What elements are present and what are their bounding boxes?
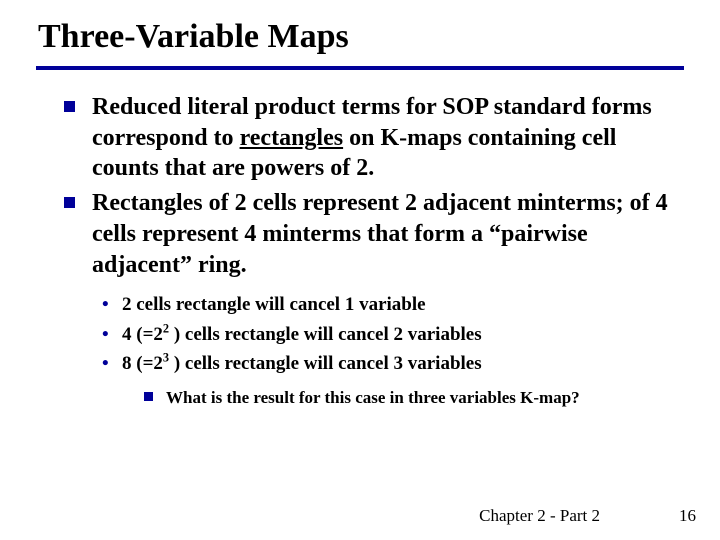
- sub-bullet-post: ) cells rectangle will cancel 3 variable…: [169, 353, 482, 374]
- sub-bullet-pre: 4 (=2: [122, 324, 163, 345]
- sub-bullet-text: 2 cells rectangle will cancel 1 variable: [122, 294, 426, 315]
- bullet-text-underlined: rectangles: [240, 125, 344, 151]
- bullet-text: Rectangles of 2 cells represent 2 adjace…: [92, 190, 668, 277]
- sub-bullet: 8 (=23 ) cells rectangle will cancel 3 v…: [102, 349, 684, 378]
- title-rule: [36, 66, 684, 70]
- sub-bullet: 4 (=22 ) cells rectangle will cancel 2 v…: [102, 320, 684, 349]
- footer-chapter: Chapter 2 - Part 2: [479, 506, 600, 526]
- sub2-bullet-text: What is the result for this case in thre…: [166, 388, 580, 407]
- sub-bullet-list: 2 cells rectangle will cancel 1 variable…: [36, 290, 684, 378]
- main-bullet: Reduced literal product terms for SOP st…: [64, 92, 684, 184]
- sub2-bullet: What is the result for this case in thre…: [144, 387, 684, 410]
- main-bullet-list: Reduced literal product terms for SOP st…: [36, 92, 684, 280]
- slide-body: Three-Variable Maps Reduced literal prod…: [0, 0, 720, 410]
- sub-bullet-pre: 8 (=2: [122, 353, 163, 374]
- slide-title: Three-Variable Maps: [36, 18, 684, 56]
- main-bullet: Rectangles of 2 cells represent 2 adjace…: [64, 188, 684, 280]
- sub2-bullet-list: What is the result for this case in thre…: [36, 387, 684, 410]
- sub-bullet-post: ) cells rectangle will cancel 2 variable…: [169, 324, 482, 345]
- sub-bullet: 2 cells rectangle will cancel 1 variable: [102, 290, 684, 319]
- footer-page-number: 16: [679, 506, 696, 526]
